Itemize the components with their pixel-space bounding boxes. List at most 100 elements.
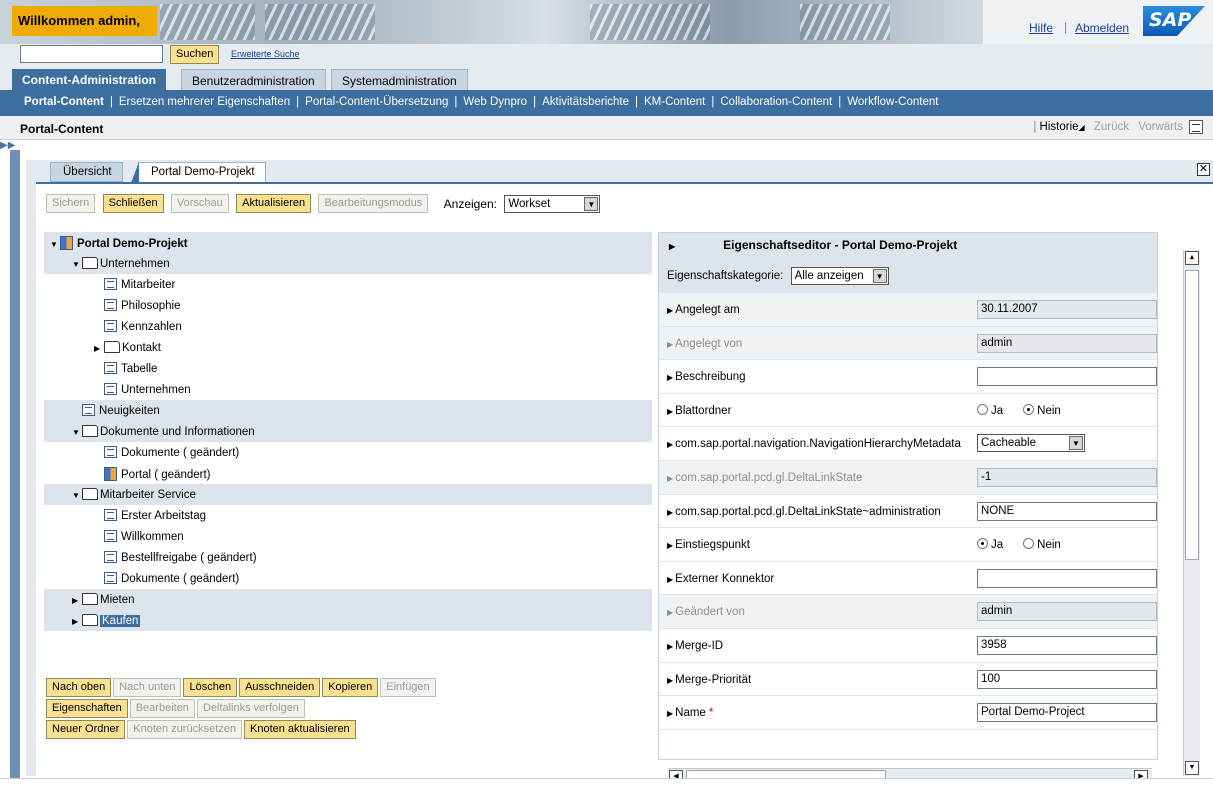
tab-portal-demo-project[interactable]: Portal Demo-Projekt [131,162,266,183]
subnav-activity-reports[interactable]: Aktivitätsberichte [542,96,629,108]
radio-label[interactable]: Nein [1037,539,1061,551]
property-name[interactable]: ▶ com.sap.portal.navigation.NavigationHie… [667,438,961,450]
tree-action-button[interactable]: Löschen [183,678,238,697]
radio-button[interactable] [1023,538,1035,550]
expand-icon[interactable]: ▶ [667,676,673,685]
property-value-field[interactable]: 100 [977,669,1157,689]
tab-user-administration[interactable]: Benutzeradministration [181,69,326,90]
expand-icon[interactable]: ▶ [667,608,673,617]
collapsed-icon[interactable]: ▶ [72,617,82,626]
search-button[interactable]: Suchen [170,45,220,64]
close-button[interactable]: Schließen [102,194,164,213]
property-name[interactable]: ▶ Name * [667,707,713,719]
chevron-down-icon[interactable]: ▼ [872,269,887,283]
property-value-field[interactable]: NONE [977,501,1157,521]
chevron-down-icon[interactable]: ▼ [1069,436,1083,451]
property-value-field[interactable] [977,367,1157,387]
property-name[interactable]: ▶ Angelegt am [667,304,740,316]
tree-node[interactable]: ▼ Dokumente und Informationen [44,421,652,442]
tree-node-label[interactable]: Bestellfreigabe ( geändert) [121,552,257,564]
property-name[interactable]: ▶ Externer Konnektor [667,573,774,585]
advanced-search-link[interactable]: Erweiterte Suche [231,49,300,59]
property-name[interactable]: ▶ com.sap.portal.pcd.gl.DeltaLinkState [667,472,862,484]
tree-action-button[interactable]: Bearbeiten [129,699,195,718]
property-name[interactable]: ▶ Blattordner [667,405,731,417]
tree-action-button[interactable]: Nach oben [46,678,112,697]
expanded-icon[interactable]: ▼ [72,428,82,437]
radio-label[interactable]: Nein [1037,405,1061,417]
tree-node-label[interactable]: Tabelle [121,363,157,375]
expand-icon[interactable]: ▶ [667,474,673,483]
expand-icon[interactable]: ▶ [667,306,673,315]
expand-icon[interactable]: ▶ [667,340,673,349]
tree-node-label[interactable]: Kontakt [122,342,161,354]
help-link[interactable]: Hilfe [1029,21,1053,35]
tree-node-label[interactable]: Portal ( geändert) [121,469,211,481]
tab-system-administration[interactable]: Systemadministration [331,69,468,90]
vertical-scrollbar[interactable]: ▲ ▼ [1183,250,1200,776]
forward-link[interactable]: Vorwärts [1138,121,1183,133]
subnav-km-content[interactable]: KM-Content [644,96,705,108]
expanded-icon[interactable]: ▼ [50,240,60,249]
tree-action-button[interactable]: Ausschneiden [239,678,321,697]
tree-action-button[interactable]: Kopieren [322,678,379,697]
page-menu-icon[interactable] [1189,120,1203,134]
expanded-icon[interactable]: ▼ [72,260,82,269]
tree-node-label[interactable]: Kennzahlen [121,321,182,333]
subnav-workflow-content[interactable]: Workflow-Content [847,96,938,108]
expand-icon[interactable]: ▶ [667,575,673,584]
property-value-field[interactable] [977,568,1157,588]
property-name[interactable]: ▶ Angelegt von [667,338,742,350]
tree-node[interactable]: Portal ( geändert) [44,463,652,484]
property-value-field[interactable]: 3958 [977,635,1157,655]
tree-action-button[interactable]: Nach unten [113,678,182,697]
tree-node[interactable]: ▼ Portal Demo-Projekt [44,232,652,253]
property-select[interactable]: Cacheable ▼ [977,434,1085,453]
tree-node[interactable]: Tabelle [44,358,652,379]
tree-node-label[interactable]: Dokumente ( geändert) [121,447,239,459]
edit-mode-button[interactable]: Bearbeitungsmodus [318,194,429,213]
preview-button[interactable]: Vorschau [170,194,229,213]
tree-node-label[interactable]: Mitarbeiter Service [100,489,196,501]
expanded-icon[interactable]: ▼ [72,491,82,500]
subnav-web-dynpro[interactable]: Web Dynpro [463,96,527,108]
tree-node-label[interactable]: Unternehmen [121,384,191,396]
property-name[interactable]: ▶ Merge-ID [667,640,723,652]
tree-action-button[interactable]: Knoten zurücksetzen [127,720,242,739]
history-menu[interactable]: Historie [1040,121,1079,133]
tree-node-label[interactable]: Philosophie [121,300,180,312]
tree-action-button[interactable]: Neuer Ordner [46,720,126,739]
expand-icon[interactable]: ▶ [667,541,673,550]
subnav-portal-content[interactable]: Portal-Content [24,96,104,108]
property-name[interactable]: ▶ Geändert von [667,606,745,618]
subnav-replace-properties[interactable]: Ersetzen mehrerer Eigenschaften [119,96,290,108]
tree-node-label[interactable]: Mieten [100,594,135,606]
property-name[interactable]: ▶ Beschreibung [667,371,745,383]
tree-node-label[interactable]: Erster Arbeitstag [121,510,206,522]
tree-action-button[interactable]: Eigenschaften [46,699,128,718]
collapsed-icon[interactable]: ▶ [72,596,82,605]
tree-action-button[interactable]: Deltalinks verfolgen [196,699,305,718]
close-icon[interactable]: ✕ [1197,163,1210,176]
tree-node[interactable]: Unternehmen [44,379,652,400]
expand-icon[interactable]: ▶ [667,508,673,517]
radio-button[interactable] [1023,403,1035,415]
radio-label[interactable]: Ja [991,405,1003,417]
tree-node[interactable]: Kennzahlen [44,316,652,337]
subnav-collaboration-content[interactable]: Collaboration-Content [720,96,832,108]
tree-node[interactable]: Dokumente ( geändert) [44,568,652,589]
tree-node[interactable]: ▶ Kontakt [44,337,652,358]
search-input[interactable] [20,45,163,63]
tree-node-label[interactable]: Willkommen [121,531,184,543]
tree-node[interactable]: Bestellfreigabe ( geändert) [44,547,652,568]
collapsed-icon[interactable]: ▶ [94,344,104,353]
expand-icon[interactable]: ▶ [667,407,673,416]
tree-node-label[interactable]: Mitarbeiter [121,279,175,291]
expand-icon[interactable]: ▶ [667,709,673,718]
expand-icon[interactable]: ▶ [667,642,673,651]
subnav-content-translation[interactable]: Portal-Content-Übersetzung [305,96,448,108]
refresh-button[interactable]: Aktualisieren [236,194,312,213]
property-value-field[interactable]: Portal Demo-Project [977,703,1157,723]
scroll-thumb[interactable] [1185,270,1199,560]
show-select[interactable]: Workset ▼ [504,194,601,213]
